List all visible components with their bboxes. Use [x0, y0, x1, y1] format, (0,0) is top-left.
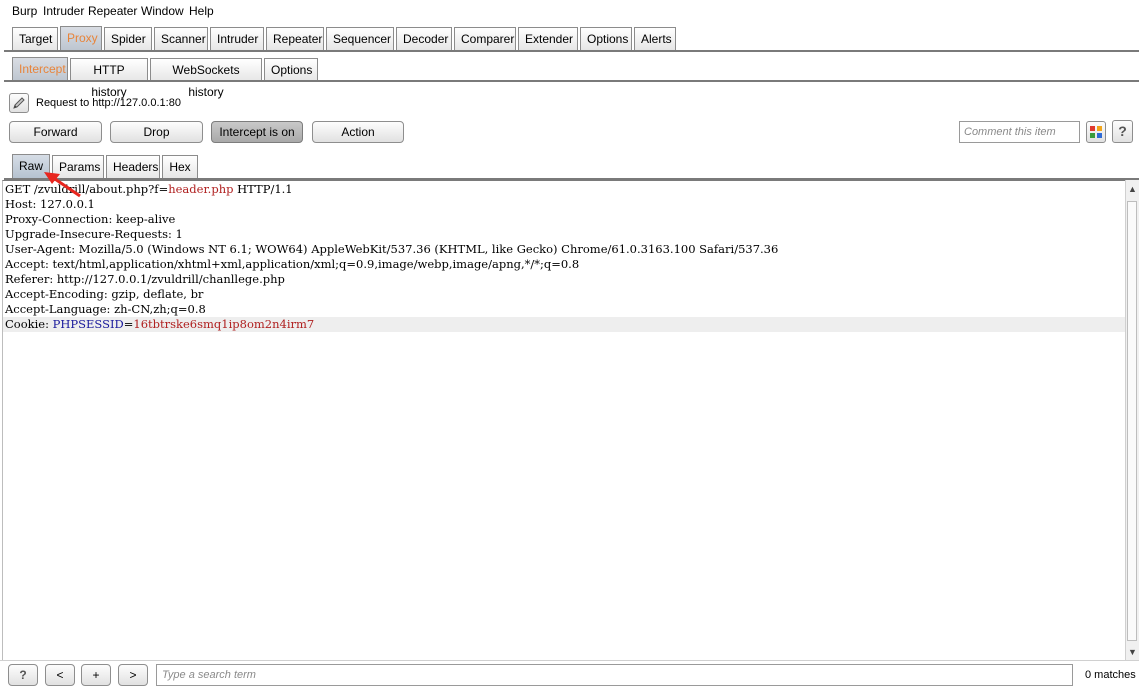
tab-extender[interactable]: Extender	[518, 27, 578, 50]
comment-input[interactable]	[959, 121, 1080, 143]
request-text: =	[123, 317, 134, 331]
request-line: Proxy-Connection: keep-alive	[5, 212, 175, 227]
menu-window[interactable]: Window	[141, 4, 184, 18]
highlighted-value: 16tbtrske6smq1ip8om2n4irm7	[133, 317, 315, 331]
tab-proxy[interactable]: Proxy	[60, 26, 102, 50]
main-tab-divider	[4, 50, 1139, 52]
edit-pencil-icon[interactable]	[9, 93, 29, 113]
tab-target[interactable]: Target	[12, 27, 58, 50]
request-text: Upgrade-Insecure-Requests: 1	[5, 227, 183, 241]
tab-alerts[interactable]: Alerts	[634, 27, 676, 50]
menu-burp[interactable]: Burp	[12, 4, 37, 18]
viewtab-hex[interactable]: Hex	[162, 155, 198, 179]
sub-tab-divider	[4, 80, 1139, 82]
action-button[interactable]: Action	[312, 121, 404, 143]
scrollbar-thumb[interactable]	[1127, 201, 1137, 641]
request-text: Referer: http://127.0.0.1/zvuldrill/chan…	[5, 272, 285, 286]
request-line: Upgrade-Insecure-Requests: 1	[5, 227, 183, 242]
request-line: Accept-Encoding: gzip, deflate, br	[5, 287, 203, 302]
intercept-toggle-button[interactable]: Intercept is on	[211, 121, 303, 143]
tab-spider[interactable]: Spider	[104, 27, 152, 50]
request-text: Proxy-Connection: keep-alive	[5, 212, 176, 226]
request-line: Referer: http://127.0.0.1/zvuldrill/chan…	[5, 272, 285, 287]
search-prev-button[interactable]: <	[45, 664, 75, 686]
search-help-button[interactable]: ?	[8, 664, 38, 686]
request-text: Accept-Language: zh-CN,zh;q=0.8	[5, 302, 206, 316]
subtab-options[interactable]: Options	[264, 58, 318, 81]
cookie-name: PHPSESSID	[52, 317, 124, 331]
tab-sequencer[interactable]: Sequencer	[326, 27, 394, 50]
tab-scanner[interactable]: Scanner	[154, 27, 208, 50]
request-line: User-Agent: Mozilla/5.0 (Windows NT 6.1;…	[5, 242, 778, 257]
search-input[interactable]	[156, 664, 1073, 686]
highlight-color-icon[interactable]	[1086, 121, 1106, 143]
request-target-label: Request to http://127.0.0.1:80	[36, 97, 181, 109]
request-text: Accept-Encoding: gzip, deflate, br	[5, 287, 204, 301]
subtab-http-history[interactable]: HTTP history	[70, 58, 148, 99]
help-icon[interactable]: ?	[1112, 120, 1133, 143]
search-next-button[interactable]: >	[118, 664, 148, 686]
tab-decoder[interactable]: Decoder	[396, 27, 452, 50]
menu-help[interactable]: Help	[189, 4, 214, 18]
search-match-count: 0 matches	[1085, 669, 1136, 681]
search-add-button[interactable]: +	[81, 664, 111, 686]
menu-bar: Burp Intruder Repeater Window Help	[0, 0, 1139, 22]
main-tab-bar: Target Proxy Spider Scanner Intruder Rep…	[0, 22, 1139, 53]
tab-repeater[interactable]: Repeater	[266, 27, 324, 50]
viewtab-headers[interactable]: Headers	[106, 155, 160, 179]
tab-intruder[interactable]: Intruder	[210, 27, 264, 50]
menu-repeater[interactable]: Repeater	[88, 4, 137, 18]
subtab-intercept[interactable]: Intercept	[12, 57, 68, 81]
request-text: HTTP/1.1	[233, 182, 293, 196]
subtab-websockets-history[interactable]: WebSockets history	[150, 58, 262, 99]
request-line: Accept: text/html,application/xhtml+xml,…	[5, 257, 579, 272]
drop-button[interactable]: Drop	[110, 121, 203, 143]
request-text: User-Agent: Mozilla/5.0 (Windows NT 6.1;…	[5, 242, 779, 256]
forward-button[interactable]: Forward	[9, 121, 102, 143]
tab-options[interactable]: Options	[580, 27, 632, 50]
scroll-down-icon[interactable]: ▼	[1128, 647, 1137, 657]
highlighted-value: header.php	[168, 182, 234, 196]
menu-intruder[interactable]: Intruder	[43, 4, 84, 18]
request-line: Cookie: PHPSESSID=16tbtrske6smq1ip8om2n4…	[5, 317, 314, 332]
red-arrow-annotation	[44, 172, 81, 198]
request-text: Cookie:	[5, 317, 53, 331]
tab-comparer[interactable]: Comparer	[454, 27, 516, 50]
request-text: Accept: text/html,application/xhtml+xml,…	[5, 257, 580, 271]
raw-request-editor[interactable]: GET /zvuldrill/about.php?f=header.php HT…	[2, 180, 1125, 660]
request-line: Accept-Language: zh-CN,zh;q=0.8	[5, 302, 206, 317]
scroll-up-icon[interactable]: ▲	[1128, 184, 1137, 194]
